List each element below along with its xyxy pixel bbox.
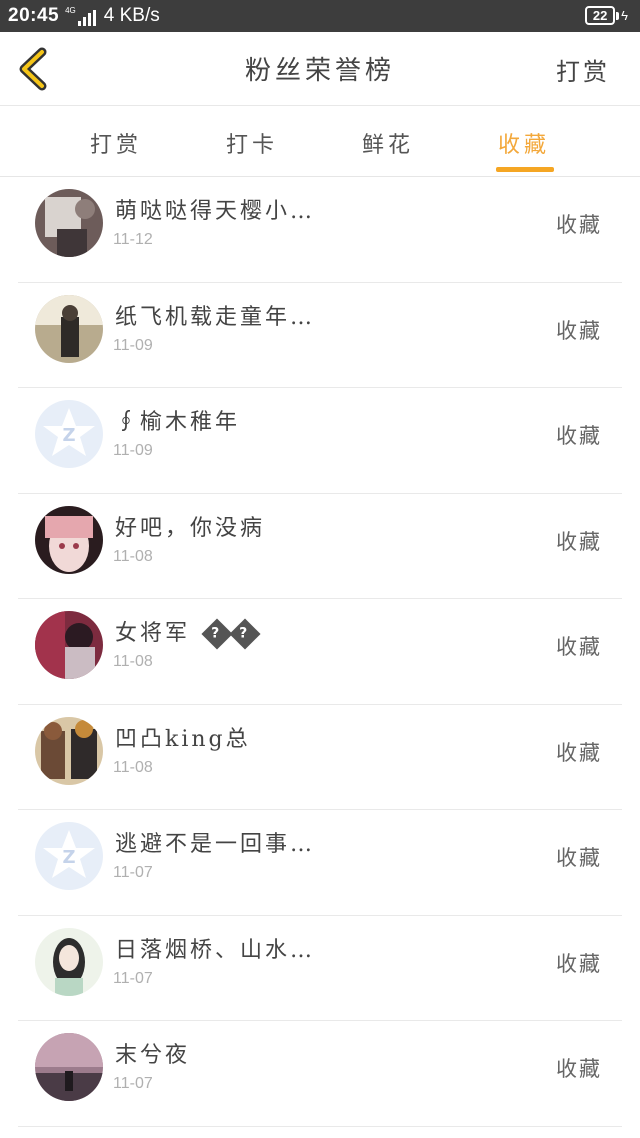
default-avatar-icon: Z xyxy=(35,400,103,468)
list-item[interactable]: 好吧，你没病 11-08 收藏 xyxy=(18,494,622,599)
battery-level: 22 xyxy=(585,6,616,25)
avatar[interactable] xyxy=(35,189,103,257)
favorite-label: 收藏 xyxy=(556,951,602,976)
avatar[interactable] xyxy=(35,611,103,679)
avatar[interactable] xyxy=(35,716,103,785)
svg-text:Z: Z xyxy=(62,847,75,868)
battery-indicator: 22 ϟ xyxy=(585,6,628,25)
fan-date: 11-07 xyxy=(113,969,153,987)
active-tab-indicator xyxy=(496,167,554,172)
list-item[interactable]: 纸飞机载走童年… 11-09 收藏 xyxy=(18,283,622,388)
avatar[interactable]: Z xyxy=(35,400,103,468)
fan-name: 日落烟桥、山水… xyxy=(115,937,316,963)
tab-label: 打卡 xyxy=(225,133,278,158)
fan-name: 末兮夜 xyxy=(115,1043,191,1068)
top-nav-bar: 粉丝荣誉榜 打赏 xyxy=(0,32,640,106)
fan-name: 萌哒哒得天樱小… xyxy=(115,199,316,224)
back-arrow-icon xyxy=(19,47,47,91)
fan-name: 纸飞机载走童年… xyxy=(115,304,316,330)
tab-label: 收藏 xyxy=(497,133,550,158)
tab-reward[interactable]: 打赏 xyxy=(68,107,164,176)
network-type: 4G xyxy=(65,6,76,15)
fan-list: 萌哒哒得天樱小… 11-12 收藏 纸飞机载走童年… 11-09 收藏 Z ∮榆… xyxy=(0,177,640,1127)
status-time: 20:45 xyxy=(8,5,60,26)
fan-date: 11-07 xyxy=(113,1075,153,1092)
list-item[interactable]: 日落烟桥、山水… 11-07 收藏 xyxy=(18,916,622,1021)
fan-date: 11-09 xyxy=(113,336,153,354)
fan-date: 11-12 xyxy=(113,231,153,248)
unknown-glyph-icon: ? xyxy=(229,618,261,650)
charging-icon: ϟ xyxy=(621,8,628,23)
signal-bars-icon xyxy=(77,10,96,26)
fan-date: 11-08 xyxy=(113,653,153,670)
fan-date: 11-09 xyxy=(113,442,153,459)
avatar[interactable] xyxy=(35,927,103,996)
favorite-label: 收藏 xyxy=(556,635,602,659)
list-item[interactable]: 凹凸king总 11-08 收藏 xyxy=(18,705,622,810)
default-avatar-icon: Z xyxy=(35,822,103,890)
fan-date: 11-07 xyxy=(113,864,153,881)
favorite-label: 收藏 xyxy=(556,740,602,765)
list-item[interactable]: Z 逃避不是一回事… 11-07 收藏 xyxy=(18,810,622,916)
reward-button[interactable]: 打赏 xyxy=(556,52,610,87)
list-item[interactable]: Z ∮榆木稚年 11-09 收藏 xyxy=(18,388,622,494)
list-item[interactable]: 末兮夜 11-07 收藏 xyxy=(18,1021,622,1127)
favorite-label: 收藏 xyxy=(556,213,602,237)
avatar[interactable] xyxy=(35,294,103,363)
fan-name: 逃避不是一回事… xyxy=(115,832,316,857)
favorite-label: 收藏 xyxy=(556,1057,602,1081)
svg-text:Z: Z xyxy=(62,425,75,446)
avatar[interactable] xyxy=(35,1033,103,1101)
back-button[interactable] xyxy=(14,46,54,92)
battery-icon xyxy=(616,11,620,20)
fan-name-text: 女将军 xyxy=(115,621,191,646)
avatar[interactable]: Z xyxy=(35,822,103,890)
tab-favorites[interactable]: 收藏 xyxy=(476,107,572,176)
tab-flowers[interactable]: 鲜花 xyxy=(340,107,436,176)
fan-date: 11-08 xyxy=(113,758,153,776)
signal-indicator: 4G xyxy=(65,6,96,26)
tab-label: 打赏 xyxy=(89,133,142,158)
status-bar: 20:45 4G 4 KB/s 22 ϟ xyxy=(0,0,640,32)
list-item[interactable]: 萌哒哒得天樱小… 11-12 收藏 xyxy=(18,177,622,283)
tab-bar: 打赏 打卡 鲜花 收藏 xyxy=(0,107,640,177)
avatar[interactable] xyxy=(35,505,103,574)
fan-date: 11-08 xyxy=(113,547,153,565)
fan-name: 凹凸king总 xyxy=(115,726,251,752)
favorite-label: 收藏 xyxy=(556,846,602,870)
fan-name: ∮榆木稚年 xyxy=(115,410,241,435)
network-speed: 4 KB/s xyxy=(103,5,160,26)
favorite-label: 收藏 xyxy=(556,529,602,554)
page-title: 粉丝荣誉榜 xyxy=(244,56,395,86)
tab-checkin[interactable]: 打卡 xyxy=(204,107,300,176)
unknown-glyph-icon: ? xyxy=(201,618,233,650)
favorite-label: 收藏 xyxy=(556,424,602,448)
fan-name: 女将军 ?? xyxy=(115,615,261,650)
tab-label: 鲜花 xyxy=(361,133,414,158)
favorite-label: 收藏 xyxy=(556,318,602,343)
fan-name: 好吧，你没病 xyxy=(115,515,266,541)
list-item[interactable]: 女将军 ?? 11-08 收藏 xyxy=(18,599,622,705)
